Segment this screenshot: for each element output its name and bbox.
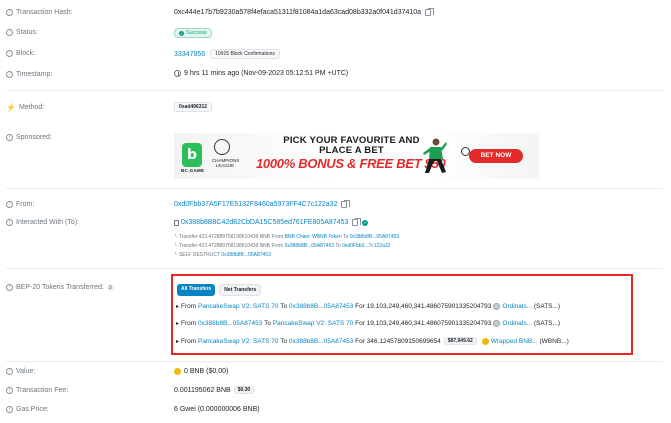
internal-transfer-row: └ Transfer 423.472889758198610439 BNB Fr… — [174, 234, 400, 240]
internal-transfer-row: └ Transfer 423.472889758198610439 BNB Fr… — [174, 243, 391, 249]
tab-all-transfers[interactable]: All Transfers — [177, 284, 216, 296]
from-address-link[interactable]: 0xd0Fbb37A5F17E5132F8460a5973FF4C7c122a3… — [174, 201, 337, 208]
internal-to-link[interactable]: 0xd0Fbb3...7c122a32 — [342, 243, 390, 249]
fee-label: ? Transaction Fee: — [6, 387, 68, 394]
copy-icon[interactable] — [352, 218, 361, 226]
bolt-icon: ⚡ — [6, 103, 16, 112]
transfer-amount: 19,103,249,460,341.486075901335204793 — [366, 303, 492, 310]
ordinals-token-icon — [493, 320, 501, 327]
token-transfer-row: ▸ From 0x388b8B...05A87453 To PancakeSwa… — [176, 320, 561, 327]
help-icon[interactable]: ? — [6, 71, 13, 78]
transfer-from-link[interactable]: PancakeSwap V2: SATS 70 — [198, 303, 278, 310]
help-icon[interactable]: ? — [6, 9, 13, 16]
method-value: 0xad496312 — [174, 102, 213, 112]
interacted-with-value: 0x388b8B8C42d82CbDA15C585ed761FE805A8745… — [174, 218, 369, 226]
fee-usd-badge: $0.30 — [233, 386, 255, 394]
bnb-icon — [174, 368, 181, 375]
token-link[interactable]: Wrapped BNB... — [491, 338, 538, 345]
status-value: ✓ Success — [174, 28, 212, 38]
to-address-link[interactable]: 0x388b8B8C42d82CbDA15C585ed761FE805A8745… — [181, 219, 348, 226]
sponsored-banner[interactable]: b BC.GAME CHAMPIONS LEAGUE PICK YOUR FAV… — [174, 133, 539, 179]
help-icon[interactable]: ? — [6, 29, 13, 36]
internal-from-link[interactable]: BNB Chain: WBNB Token — [285, 234, 342, 240]
fee-value: 0.001195062 BNB $0.30 — [174, 386, 257, 394]
caret-right-icon: ▸ — [176, 338, 180, 345]
divider — [6, 90, 663, 91]
status-badge: ✓ Success — [174, 28, 212, 38]
value-label: ? Value: — [6, 368, 35, 375]
transfer-to-link[interactable]: 0x388b8B...05A87453 — [289, 338, 353, 345]
help-icon[interactable]: ? — [6, 50, 13, 57]
contract-icon — [174, 219, 179, 226]
bc-game-logo: b — [182, 143, 202, 167]
interacted-with-label: ? Interacted With (To): — [6, 219, 79, 226]
soccer-player-image — [423, 138, 447, 173]
caret-right-icon: ▸ — [176, 304, 180, 310]
timestamp-value: 9 hrs 11 mins ago (Nov-09-2023 05:12:51 … — [174, 70, 348, 77]
internal-to-link[interactable]: 0x388b8B...05A87453 — [350, 234, 400, 240]
bet-now-button[interactable]: BET NOW — [469, 149, 523, 163]
divider — [6, 188, 663, 189]
token-transfers-panel: All Transfers Net Transfers ▸ From Panca… — [171, 274, 633, 355]
help-icon[interactable]: ? — [6, 134, 13, 141]
champions-league-logo — [214, 139, 230, 155]
token-link[interactable]: Ordinals... — [502, 320, 532, 327]
price-badge: $87,949.62 — [443, 337, 477, 345]
token-transfer-row: ▸ From PancakeSwap V2: SATS 70 To 0x388b… — [176, 303, 561, 310]
internal-transfer-row: └ SELF DESTRUCT 0x388b8B...05A87453 — [174, 252, 271, 258]
from-value: 0xd0Fbb37A5F17E5132F8460a5973FF4C7c122a3… — [174, 200, 350, 208]
status-label: ? Status: — [6, 29, 38, 36]
help-icon[interactable]: ? — [6, 219, 13, 226]
internal-from-link[interactable]: 0x388b8B...05A87453 — [285, 243, 335, 249]
timestamp-label: ? Timestamp: — [6, 71, 52, 78]
copy-icon[interactable] — [341, 200, 350, 208]
gas-price-value: 6 Gwei (0.000000006 BNB) — [174, 406, 260, 413]
banner-headline: PICK YOUR FAVOURITE AND PLACE A BET — [283, 135, 420, 156]
bnb-token-icon — [481, 337, 489, 345]
block-number-link[interactable]: 33347956 — [174, 51, 205, 58]
tx-hash-value: 0xc444e17b7b9230a578f4efaca51311f81084a1… — [174, 8, 434, 16]
bep20-label: ? BEP-20 Tokens Transferred: 3 — [6, 284, 114, 291]
divider — [6, 361, 663, 362]
transfer-from-link[interactable]: PancakeSwap V2: SATS 70 — [198, 338, 278, 345]
caret-right-icon: ▸ — [176, 321, 180, 327]
sponsored-label: ? Sponsored: — [6, 134, 52, 141]
method-label: ⚡ Method: — [6, 103, 45, 112]
confirmations-badge: 10915 Block Confirmations — [210, 49, 280, 59]
help-icon[interactable]: ? — [6, 387, 13, 394]
clock-icon — [174, 70, 181, 77]
bep20-count-badge: 3 — [106, 284, 114, 291]
divider — [6, 268, 663, 269]
bc-game-text: BC.GAME — [181, 168, 205, 173]
transfer-amount: 346.12457809150699654 — [366, 337, 441, 345]
block-value: 33347956 10915 Block Confirmations — [174, 49, 280, 59]
transfer-from-link[interactable]: 0x388b8B...05A87453 — [198, 320, 262, 327]
method-badge: 0xad496312 — [174, 102, 213, 112]
transfer-to-link[interactable]: 0x388b8B...05A87453 — [289, 303, 353, 310]
verified-check-icon: ✓ — [362, 219, 369, 226]
champions-league-text: CHAMPIONS LEAGUE — [212, 158, 240, 168]
token-link[interactable]: Ordinals... — [502, 303, 532, 310]
tab-net-transfers[interactable]: Net Transfers — [219, 284, 262, 296]
copy-icon[interactable] — [425, 8, 434, 16]
ordinals-token-icon — [493, 303, 501, 310]
transfer-tabs: All Transfers Net Transfers — [177, 284, 265, 296]
internal-from-link[interactable]: 0x388b8B...05A87453 — [221, 252, 271, 258]
help-icon[interactable]: ? — [6, 284, 13, 291]
banner-bonus: 1000% BONUS & FREE BET $50 — [256, 156, 446, 171]
tx-hash-label: ? Transaction Hash: — [6, 9, 73, 16]
tx-hash-text: 0xc444e17b7b9230a578f4efaca51311f81084a1… — [174, 9, 422, 16]
check-circle-icon: ✓ — [179, 30, 184, 36]
gas-price-label: ? Gas Price: — [6, 406, 49, 413]
block-label: ? Block: — [6, 50, 35, 57]
value-value: 0 BNB ($0.00) — [174, 368, 228, 375]
help-icon[interactable]: ? — [6, 201, 13, 208]
from-label: ? From: — [6, 201, 34, 208]
transfer-amount: 19,103,249,460,341.486075901335204793 — [366, 320, 492, 327]
token-transfer-row: ▸ From PancakeSwap V2: SATS 70 To 0x388b… — [176, 337, 569, 345]
transfer-to-link[interactable]: PancakeSwap V2: SATS 70 — [273, 320, 353, 327]
help-icon[interactable]: ? — [6, 368, 13, 375]
help-icon[interactable]: ? — [6, 406, 13, 413]
